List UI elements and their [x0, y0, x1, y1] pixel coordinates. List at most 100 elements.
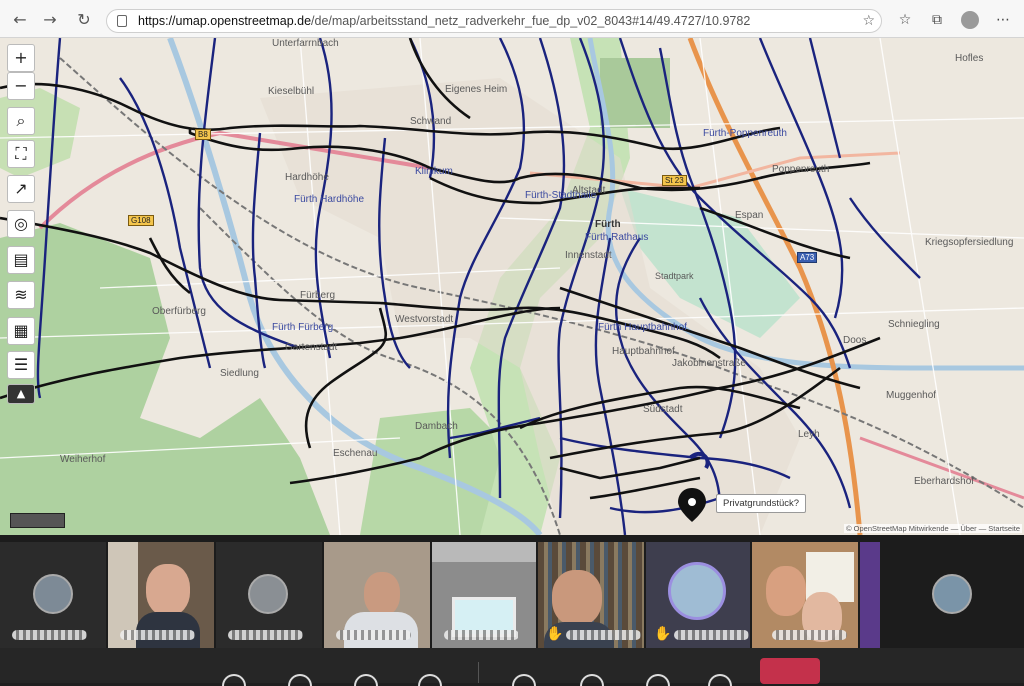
place-label: Schniegling — [888, 319, 940, 330]
participant-strip: ✋ ✋ — [0, 535, 1024, 648]
edit-icon[interactable]: ▦ — [7, 317, 35, 345]
place-label: Espan — [735, 210, 764, 221]
place-label: Fürberg — [300, 290, 336, 301]
attribution[interactable]: © OpenStreetMap Mitwirkende — Über — Sta… — [844, 524, 1022, 533]
place-label: Altstadt — [572, 185, 606, 196]
place-label: Hauptbahnhof — [612, 346, 675, 357]
place-label: Hofles — [955, 53, 984, 64]
road-badge: St 23 — [662, 175, 687, 186]
place-label: Unterfarrnbach — [272, 38, 339, 49]
place-label: Fürth-Poppenreuth — [703, 128, 787, 139]
place-label: Doos — [843, 335, 867, 346]
mic-off-icon[interactable] — [580, 674, 604, 686]
place-label: Klinikum — [415, 166, 453, 177]
participant-name — [228, 630, 303, 640]
speaker-icon[interactable] — [646, 674, 670, 686]
participants-icon[interactable] — [288, 674, 312, 686]
road-badge: A73 — [797, 252, 818, 263]
place-label: Oberfürberg — [152, 306, 206, 317]
place-label: Hardhöhe — [285, 172, 329, 183]
raised-hand-icon: ✋ — [546, 625, 564, 641]
place-label: Schwand — [410, 116, 452, 127]
participant-tile-partial — [860, 542, 880, 648]
place-label: Westvorstadt — [395, 314, 454, 325]
map-view[interactable]: + − ⌕ ⛶ ↗ ◎ ▤ ≋ ▦ ☰ ▲ Unterfarrnbach Kie… — [0, 38, 1024, 535]
participant-tile[interactable] — [216, 542, 322, 648]
place-label: Weiherhof — [60, 454, 106, 465]
locate-icon[interactable]: ◎ — [7, 210, 35, 238]
back-icon[interactable]: ← — [10, 10, 30, 30]
participant-tile[interactable] — [432, 542, 536, 648]
layers-icon[interactable]: ≋ — [7, 281, 35, 309]
search-icon[interactable]: ⌕ — [7, 107, 35, 135]
participant-name — [12, 630, 87, 640]
avatar — [668, 562, 726, 620]
avatar — [33, 574, 73, 614]
place-label: Fürth — [595, 219, 621, 230]
participant-name — [120, 630, 195, 640]
participant-tile[interactable]: ✋ — [538, 542, 644, 648]
place-label: Siedlung — [220, 368, 259, 379]
place-label: Fürth Fürberg — [272, 322, 334, 333]
zoom-in-button[interactable]: + — [7, 44, 35, 72]
place-label: Dambach — [415, 421, 458, 432]
raise-hand-icon[interactable] — [418, 674, 442, 686]
more-icon[interactable]: ⋯ — [994, 11, 1012, 29]
measure-icon[interactable]: ▤ — [7, 246, 35, 274]
place-label: Stadtpark — [655, 271, 694, 281]
zoom-out-button[interactable]: − — [7, 72, 35, 100]
place-label: Fürth Hardhöhe — [294, 194, 365, 205]
road-badge: B8 — [195, 129, 211, 140]
lock-icon — [117, 15, 127, 27]
tracking-icon[interactable]: ☆ — [862, 13, 875, 29]
participant-name — [336, 630, 411, 640]
share-icon[interactable]: ↗ — [7, 175, 35, 203]
meeting-controls — [0, 648, 1024, 686]
place-label: Südstadt — [643, 404, 683, 415]
road-badge: G108 — [128, 215, 154, 226]
place-label: Muggenhof — [886, 390, 937, 401]
place-label: Leyh — [798, 429, 820, 440]
avatar — [932, 574, 972, 614]
address-bar[interactable]: https://umap.openstreetmap.de/de/map/arb… — [106, 9, 882, 33]
view-icon[interactable] — [354, 674, 378, 686]
toolbar-divider — [478, 662, 479, 683]
participant-name — [674, 630, 749, 640]
participant-name — [772, 630, 847, 640]
avatar — [248, 574, 288, 614]
collapse-icon[interactable]: ▲ — [7, 384, 35, 404]
participant-tile[interactable] — [108, 542, 214, 648]
camera-off-icon[interactable] — [512, 674, 536, 686]
favorites-icon[interactable]: ☆ — [896, 11, 914, 29]
place-label: Fürth Hauptbahnhof — [598, 322, 687, 333]
place-label: Kriegsopfersiedlung — [925, 237, 1014, 248]
data-icon[interactable]: ☰ — [7, 351, 35, 379]
place-label: Eigenes Heim — [445, 84, 508, 95]
participant-name — [566, 630, 641, 640]
place-label: Jakobinenstraße — [672, 358, 746, 369]
collections-icon[interactable]: ⧉ — [928, 11, 946, 29]
leave-button[interactable] — [760, 658, 820, 684]
participant-tile[interactable] — [900, 542, 1010, 648]
place-label: Poppenreuth — [772, 164, 830, 175]
participant-name — [444, 630, 519, 640]
participant-tile[interactable] — [0, 542, 106, 648]
participant-tile[interactable]: ✋ — [646, 542, 750, 648]
scale-bar — [10, 513, 65, 528]
browser-toolbar: ← → ↻ https://umap.openstreetmap.de/de/m… — [0, 0, 1024, 38]
participant-tile[interactable] — [752, 542, 858, 648]
place-label: Fürth Rathaus — [585, 232, 649, 243]
fullscreen-icon[interactable]: ⛶ — [7, 140, 35, 168]
place-label: Innenstadt — [565, 250, 612, 261]
profile-avatar[interactable] — [961, 11, 979, 29]
share-screen-icon[interactable] — [708, 674, 732, 686]
chat-icon[interactable] — [222, 674, 246, 686]
participant-tile[interactable] — [324, 542, 430, 648]
marker-popup[interactable]: Privatgrundstück? — [716, 494, 807, 513]
place-label: Kieselbühl — [268, 86, 315, 97]
url-text[interactable]: https://umap.openstreetmap.de/de/map/arb… — [138, 14, 750, 28]
raised-hand-icon: ✋ — [654, 625, 672, 641]
map-canvas — [0, 38, 1024, 535]
reload-icon[interactable]: ↻ — [74, 10, 94, 30]
forward-icon[interactable]: → — [40, 10, 60, 30]
